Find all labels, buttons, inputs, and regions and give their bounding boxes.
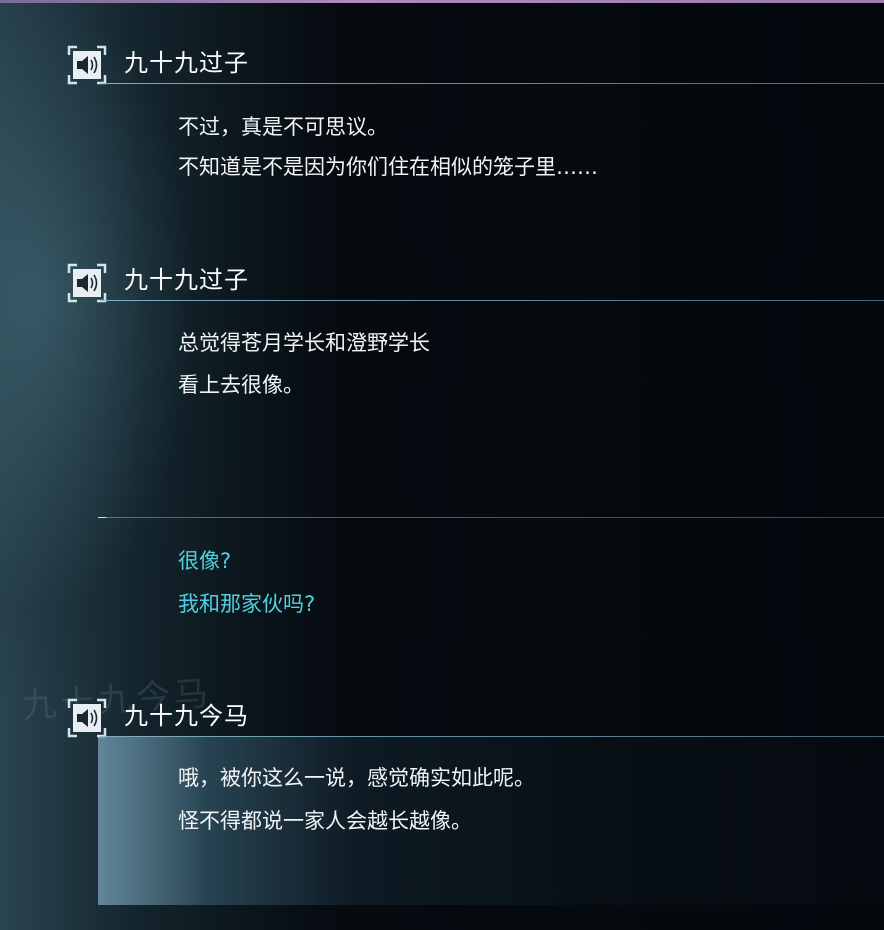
dialogue-line: 怪不得都说一家人会越长越像。 [178,809,472,833]
dialogue-line: 不过，真是不可思议。 [178,115,388,139]
name-divider [100,300,884,301]
speaker-voice-icon[interactable] [67,45,107,85]
speaker-name: 九十九今马 [124,702,249,730]
top-accent-bar [0,0,884,3]
name-divider [100,736,884,737]
dialogue-line: 看上去很像。 [178,373,304,397]
dialogue-line: 不知道是不是因为你们住在相似的笼子里…… [178,155,598,179]
speaker-voice-icon[interactable] [67,263,107,303]
dialogue-line: 哦，被你这么一说，感觉确实如此呢。 [178,766,535,790]
dialogue-line: 很像? [178,549,232,573]
name-divider [100,83,884,84]
dialogue-line: 我和那家伙吗? [178,592,316,616]
speaker-voice-icon[interactable] [67,698,107,738]
dialogue-line: 总觉得苍月学长和澄野学长 [178,331,430,355]
speaker-name: 九十九过子 [124,49,249,77]
name-divider [98,517,884,518]
speaker-name: 九十九过子 [124,266,249,294]
